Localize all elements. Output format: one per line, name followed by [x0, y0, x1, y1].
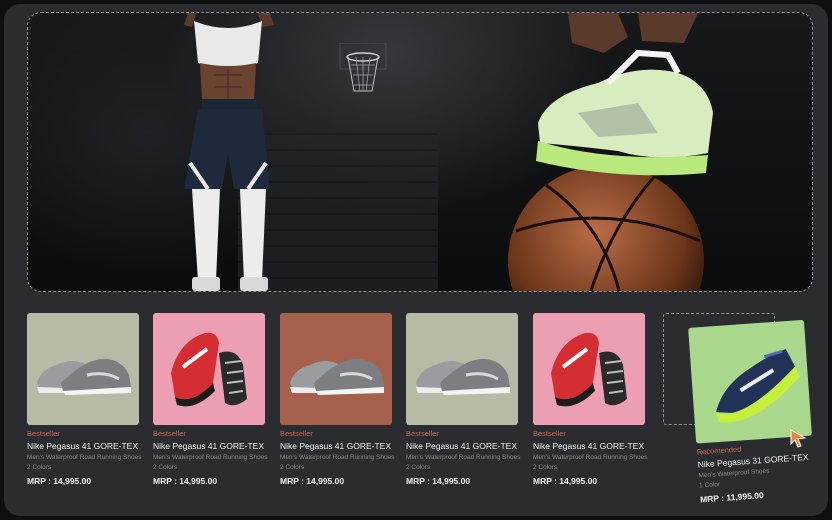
product-name[interactable]: Nike Pegasus 41 GORE-TEX: [533, 441, 645, 451]
product-price: MRP : 14,995.00: [153, 476, 218, 486]
sneaker-pair-image: [416, 358, 510, 395]
product-image[interactable]: [153, 313, 265, 425]
product-image[interactable]: [27, 313, 139, 425]
product-badge: Bestseller: [153, 429, 186, 438]
hero-banner[interactable]: [27, 12, 813, 292]
product-card[interactable]: Bestseller Nike Pegasus 41 GORE-TEX Men'…: [406, 313, 521, 486]
product-price: MRP : 14,995.00: [406, 476, 471, 486]
product-description: Men's Waterproof Road Running Shoes: [27, 454, 142, 461]
product-name[interactable]: Nike Pegasus 41 GORE-TEX: [153, 441, 265, 451]
product-image[interactable]: [533, 313, 645, 425]
product-image[interactable]: [280, 313, 392, 425]
product-price: MRP : 11,995.00: [699, 490, 764, 505]
product-card[interactable]: Bestseller Nike Pegasus 41 GORE-TEX Men'…: [280, 313, 395, 486]
product-colors: 2 Colors: [153, 464, 178, 471]
sneaker-pair-image: [37, 358, 131, 395]
product-price: MRP : 14,995.00: [280, 476, 345, 486]
product-name[interactable]: Nike Pegasus 41 GORE-TEX: [27, 441, 139, 451]
product-description: Men's Waterproof Road Running Shoes: [153, 454, 268, 461]
sneaker-pair-image: [171, 332, 247, 407]
product-description: Men's Waterproof Road Running Shoes: [406, 454, 521, 461]
product-badge: Bestseller: [280, 429, 313, 438]
product-name[interactable]: Nike Pegasus 41 GORE-TEX: [280, 441, 392, 451]
product-colors: 2 Colors: [27, 464, 52, 471]
product-card[interactable]: Bestseller Nike Pegasus 41 GORE-TEX Men'…: [27, 313, 142, 486]
product-description: Men's Waterproof Road Running Shoes: [280, 454, 395, 461]
sneaker-pair-image: [551, 332, 627, 407]
product-badge: Bestseller: [406, 429, 439, 438]
product-image[interactable]: [406, 313, 518, 425]
product-colors: 2 Colors: [406, 464, 431, 471]
product-price: MRP : 14,995.00: [27, 476, 92, 486]
product-card[interactable]: Bestseller Nike Pegasus 41 GORE-TEX Men'…: [153, 313, 268, 486]
dragged-product-card[interactable]: Recomended Nike Pegasus 31 GORE-TEX Men'…: [688, 319, 812, 505]
product-badge: Bestseller: [27, 429, 60, 438]
app-frame: Bestseller Nike Pegasus 41 GORE-TEX Men'…: [4, 4, 828, 516]
product-colors: 2 Colors: [533, 464, 558, 471]
pointer-cursor-icon: [790, 429, 807, 448]
product-price: MRP : 14,995.00: [533, 476, 598, 486]
athlete-figure: [184, 13, 274, 291]
sneaker-pair-image: [290, 358, 384, 395]
lime-sneaker-graphic: [536, 13, 713, 176]
product-badge: Bestseller: [533, 429, 566, 438]
basketball-hoop-graphic: [339, 43, 387, 92]
blue-sneaker-image: [716, 349, 800, 423]
product-name[interactable]: Nike Pegasus 41 GORE-TEX: [406, 441, 518, 451]
product-image[interactable]: [688, 319, 812, 444]
product-colors: 2 Colors: [280, 464, 305, 471]
product-description: Men's Waterproof Road Running Shoes: [533, 454, 648, 461]
product-card[interactable]: Bestseller Nike Pegasus 41 GORE-TEX Men'…: [533, 313, 648, 486]
